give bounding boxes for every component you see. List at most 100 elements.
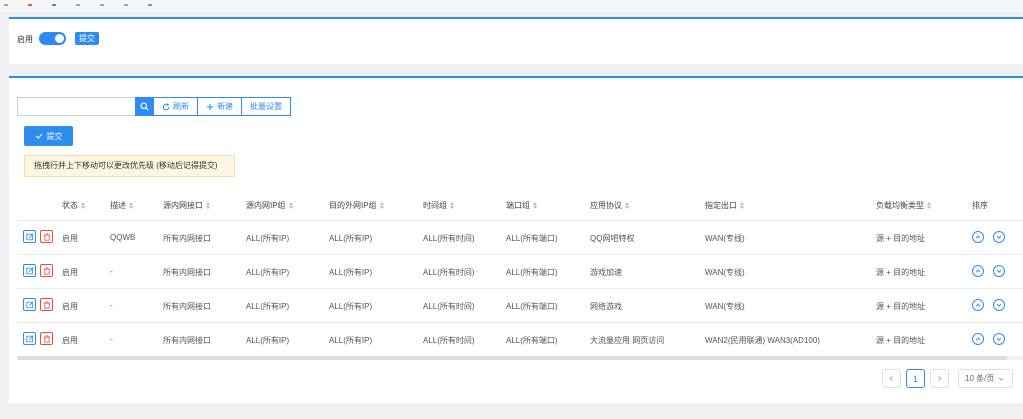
col-src-ip[interactable]: 源内网IP组	[246, 200, 294, 211]
sort-icon	[81, 202, 86, 209]
col-desc[interactable]: 描述	[110, 200, 134, 211]
col-label: 时间组	[423, 201, 447, 210]
col-status[interactable]: 状态	[62, 200, 86, 211]
src-if-cell: 所有内网接口	[163, 268, 211, 277]
move-up-button[interactable]	[972, 333, 984, 345]
edit-icon	[25, 232, 34, 240]
port-cell: ALL(所有端口)	[506, 336, 558, 345]
move-down-button[interactable]	[993, 265, 1005, 277]
toggle-knob	[55, 34, 64, 43]
search-input[interactable]	[17, 97, 135, 116]
plus-icon	[206, 103, 214, 110]
new-button[interactable]: 新建	[198, 97, 242, 116]
chevron-up-icon	[975, 303, 981, 307]
page-1-button[interactable]: 1	[906, 369, 925, 388]
horizontal-scrollbar[interactable]	[17, 356, 1023, 360]
batch-settings-label: 批量设置	[250, 102, 282, 111]
desc-cell: -	[110, 335, 113, 344]
app-cell: 游戏加速	[590, 268, 622, 277]
search-button[interactable]	[135, 97, 153, 116]
edit-button[interactable]	[23, 230, 36, 243]
chevron-down-icon	[996, 303, 1002, 307]
chevron-down-icon	[996, 269, 1002, 273]
sort-icon	[288, 202, 294, 209]
chevron-up-icon	[975, 337, 981, 341]
port-cell: ALL(所有端口)	[506, 268, 558, 277]
port-cell: ALL(所有端口)	[506, 302, 558, 311]
search-icon	[139, 102, 149, 111]
time-cell: ALL(所有时间)	[423, 234, 475, 243]
col-time[interactable]: 时间组	[423, 200, 455, 211]
top-strip	[0, 0, 1023, 12]
src-if-cell: 所有内网接口	[163, 302, 211, 311]
edit-icon	[25, 266, 34, 274]
status-cell: 启用	[62, 268, 78, 277]
lb-cell: 源 + 目的地址	[876, 302, 926, 311]
edit-icon	[25, 334, 34, 342]
sort-icon	[129, 202, 134, 209]
page-size-select[interactable]: 10 条/页	[958, 369, 1013, 388]
delete-button[interactable]	[40, 264, 53, 277]
delete-button[interactable]	[40, 332, 53, 345]
time-cell: ALL(所有时间)	[423, 268, 475, 277]
sort-icon	[740, 202, 745, 209]
refresh-button[interactable]: 刷新	[153, 97, 198, 116]
col-src-if[interactable]: 源内网接口	[163, 200, 211, 211]
col-label: 目的外网IP组	[329, 201, 377, 210]
submit-button[interactable]: 提交	[24, 126, 73, 146]
edit-button[interactable]	[23, 264, 36, 277]
col-order: 排序	[972, 200, 988, 211]
scrollbar-thumb[interactable]	[17, 356, 1007, 360]
desc-cell: QQWB	[110, 233, 136, 242]
move-up-button[interactable]	[972, 231, 984, 243]
col-label: 排序	[972, 201, 988, 210]
time-cell: ALL(所有时间)	[423, 336, 475, 345]
submit-button-top[interactable]: 提交	[75, 32, 99, 45]
col-port[interactable]: 端口组	[506, 200, 538, 211]
chevron-right-icon	[938, 376, 942, 381]
app-cell: QQ网吧特权	[590, 234, 635, 243]
table-row[interactable]: 启用 - 所有内网接口 ALL(所有IP) ALL(所有IP) ALL(所有时间…	[17, 323, 1023, 357]
delete-icon	[43, 300, 50, 309]
delete-button[interactable]	[40, 298, 53, 311]
refresh-icon	[162, 102, 170, 110]
egress-cell: WAN(专线)	[705, 302, 745, 311]
desc-cell: -	[110, 301, 113, 310]
page-size-value: 10 条/页	[965, 374, 995, 383]
chevron-down-icon	[996, 235, 1002, 239]
edit-icon	[25, 300, 34, 308]
col-label: 应用协议	[590, 201, 622, 210]
prev-page-button[interactable]	[882, 369, 901, 388]
col-label: 源内网IP组	[246, 201, 286, 210]
dst-ip-cell: ALL(所有IP)	[329, 336, 373, 345]
status-cell: 启用	[62, 336, 78, 345]
dst-ip-cell: ALL(所有IP)	[329, 234, 373, 243]
move-down-button[interactable]	[993, 231, 1005, 243]
enable-toggle[interactable]	[39, 32, 66, 45]
delete-icon	[43, 232, 50, 241]
col-dst-ip[interactable]: 目的外网IP组	[329, 200, 385, 211]
src-if-cell: 所有内网接口	[163, 336, 211, 345]
col-app[interactable]: 应用协议	[590, 200, 630, 211]
sort-icon	[206, 202, 211, 209]
col-label: 负载均衡类型	[876, 201, 924, 210]
egress-cell: WAN2(民用联通) WAN3(AD100)	[705, 336, 820, 345]
move-down-button[interactable]	[993, 299, 1005, 311]
enable-label: 启用	[17, 35, 33, 44]
move-up-button[interactable]	[972, 265, 984, 277]
col-egress[interactable]: 指定出口	[705, 200, 745, 211]
edit-button[interactable]	[23, 298, 36, 311]
lb-cell: 源 + 目的地址	[876, 336, 926, 345]
egress-cell: WAN(专线)	[705, 234, 745, 243]
batch-settings-button[interactable]: 批量设置	[242, 97, 291, 116]
col-lb[interactable]: 负载均衡类型	[876, 200, 932, 211]
table-row[interactable]: 启用 - 所有内网接口 ALL(所有IP) ALL(所有IP) ALL(所有时间…	[17, 255, 1023, 289]
status-cell: 启用	[62, 302, 78, 311]
move-down-button[interactable]	[993, 333, 1005, 345]
table-row[interactable]: 启用 QQWB 所有内网接口 ALL(所有IP) ALL(所有IP) ALL(所…	[17, 221, 1023, 255]
move-up-button[interactable]	[972, 299, 984, 311]
edit-button[interactable]	[23, 332, 36, 345]
next-page-button[interactable]	[930, 369, 949, 388]
table-row[interactable]: 启用 - 所有内网接口 ALL(所有IP) ALL(所有IP) ALL(所有时间…	[17, 289, 1023, 323]
delete-button[interactable]	[40, 230, 53, 243]
